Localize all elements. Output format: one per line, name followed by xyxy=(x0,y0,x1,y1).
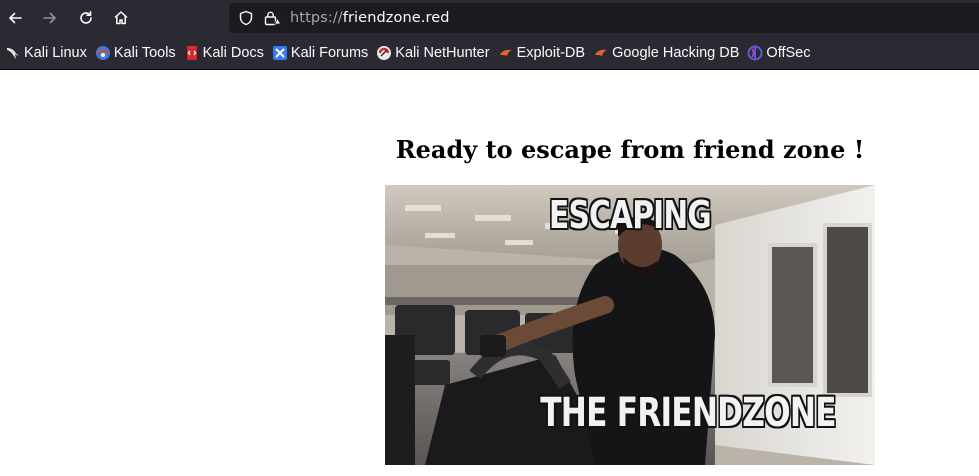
navigation-toolbar: https://friendzone.red xyxy=(0,0,979,36)
bookmark-kali-nethunter[interactable]: Kali NetHunter xyxy=(373,41,494,65)
browser-chrome: https://friendzone.red Kali Linux Kali T… xyxy=(0,0,979,70)
home-icon xyxy=(114,11,128,25)
kali-dragon-icon xyxy=(5,45,21,61)
bookmark-label: Google Hacking DB xyxy=(612,44,740,61)
bookmark-kali-docs[interactable]: Kali Docs xyxy=(181,41,269,65)
url-text[interactable]: https://friendzone.red xyxy=(290,10,450,26)
url-scheme: https:// xyxy=(290,10,343,26)
offsec-icon xyxy=(747,45,763,61)
bookmark-kali-forums[interactable]: Kali Forums xyxy=(269,41,373,65)
bookmark-label: Kali NetHunter xyxy=(395,44,490,61)
arrow-left-icon xyxy=(9,12,22,24)
insecure-lock-icon[interactable] xyxy=(263,10,281,26)
kali-forums-icon xyxy=(272,45,288,61)
gif-caption-bottom: THE FRIENDZONE xyxy=(540,390,836,436)
bookmark-kali-tools[interactable]: Kali Tools xyxy=(92,41,181,65)
kali-tools-icon xyxy=(95,45,111,61)
bookmark-exploit-db[interactable]: Exploit-DB xyxy=(495,41,591,65)
kali-docs-icon xyxy=(184,45,200,61)
forward-button[interactable] xyxy=(37,5,63,31)
bookmark-label: Exploit-DB xyxy=(516,44,586,61)
page-content: Ready to escape from friend zone ! ESCAP… xyxy=(0,70,979,476)
bookmarks-toolbar: Kali Linux Kali Tools Kali Docs Kali For… xyxy=(0,36,979,70)
google-hacking-db-icon xyxy=(593,45,609,61)
shield-icon[interactable] xyxy=(238,10,254,26)
gif-caption-top: ESCAPING xyxy=(549,193,712,237)
escaping-friendzone-gif: ESCAPING THE FRIENDZONE xyxy=(385,185,875,465)
bookmark-label: OffSec xyxy=(766,44,811,61)
back-button[interactable] xyxy=(2,5,28,31)
bookmark-google-hacking-db[interactable]: Google Hacking DB xyxy=(590,41,744,65)
bookmark-label: Kali Tools xyxy=(113,44,176,61)
kali-nethunter-icon xyxy=(376,45,392,61)
reload-icon xyxy=(80,11,92,24)
reload-button[interactable] xyxy=(73,5,99,31)
home-button[interactable] xyxy=(108,5,134,31)
bookmark-kali-linux[interactable]: Kali Linux xyxy=(2,41,92,65)
page-heading: Ready to escape from friend zone ! xyxy=(395,135,865,164)
url-host: friendzone.red xyxy=(342,10,450,26)
bookmark-label: Kali Docs xyxy=(202,44,264,61)
exploit-db-icon xyxy=(498,45,514,61)
bookmark-offsec[interactable]: OffSec xyxy=(744,41,815,65)
arrow-right-icon xyxy=(43,12,56,24)
bookmark-label: Kali Forums xyxy=(290,44,369,61)
url-bar[interactable]: https://friendzone.red xyxy=(229,3,979,33)
bookmark-label: Kali Linux xyxy=(24,44,87,61)
